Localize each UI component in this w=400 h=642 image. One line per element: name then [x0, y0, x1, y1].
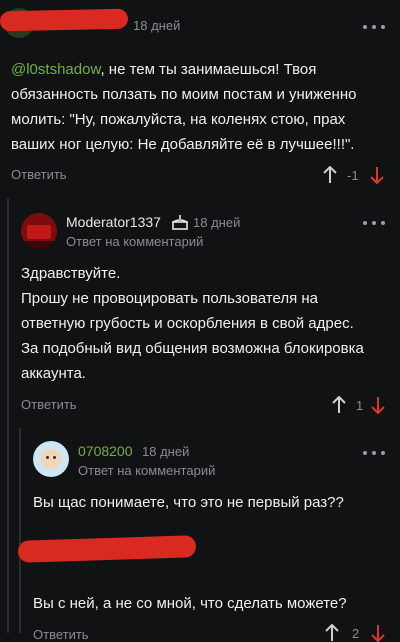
reply-to-link[interactable]: Ответ на комментарий [78, 463, 215, 478]
redaction-mark [17, 535, 197, 563]
reply-to-link[interactable]: Ответ на комментарий [66, 234, 203, 249]
rating-value: -1 [347, 168, 359, 183]
comment-text: Здравствуйте. Прошу не провоцировать пол… [21, 265, 364, 382]
rating-value: 1 [356, 398, 364, 413]
more-options-icon[interactable] [363, 450, 385, 456]
comment-text: Вы с ней, а не со мной, что сделать може… [33, 595, 347, 612]
downvote-icon[interactable] [370, 396, 386, 414]
thread-line [7, 198, 9, 633]
reply-button[interactable]: Ответить [11, 167, 67, 182]
cake-icon [172, 215, 188, 230]
reply-button[interactable]: Ответить [33, 627, 89, 642]
user-mention-link[interactable]: @l0stshadow [11, 61, 100, 78]
avatar[interactable] [21, 213, 57, 249]
upvote-icon[interactable] [331, 396, 347, 414]
comment-text: Вы щас понимаете, что это не первый раз?… [33, 494, 344, 511]
more-options-icon[interactable] [363, 220, 385, 226]
comment-time: 18 дней [142, 444, 190, 459]
rating-value: 2 [352, 626, 360, 641]
redaction-mark [0, 8, 129, 32]
reply-button[interactable]: Ответить [21, 397, 77, 412]
downvote-icon[interactable] [369, 166, 385, 184]
comment-author[interactable]: 0708200 [78, 443, 133, 459]
avatar[interactable] [33, 441, 69, 477]
comment-text: @l0stshadow, не тем ты занимаешься! Твоя… [11, 61, 357, 153]
upvote-icon[interactable] [324, 624, 340, 642]
thread-line [19, 428, 21, 633]
comment-time: 18 дней [133, 18, 181, 33]
more-options-icon[interactable] [363, 24, 385, 30]
upvote-icon[interactable] [322, 166, 338, 184]
comment-time: 18 дней [193, 215, 241, 230]
comment-author[interactable]: Moderator1337 [66, 214, 161, 230]
downvote-icon[interactable] [370, 624, 386, 642]
